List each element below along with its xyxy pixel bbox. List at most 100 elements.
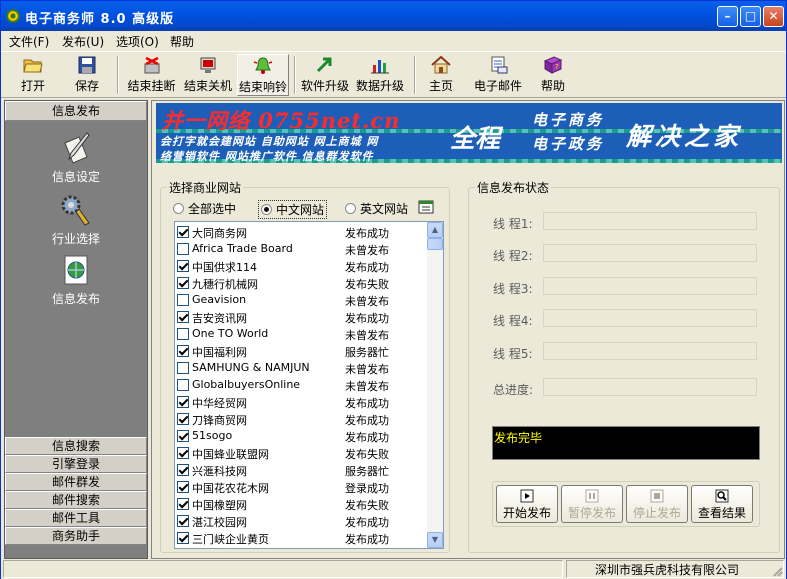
toolbar-save-button[interactable]: 保存 <box>67 54 107 96</box>
site-row[interactable]: GlobalbuyersOnline 未曾发布 <box>175 376 429 393</box>
toolbar-save-label: 保存 <box>74 79 99 93</box>
site-row[interactable]: 三门峡企业黄页 发布成功 <box>175 529 429 546</box>
view-results-button[interactable]: 查看结果 <box>691 485 753 523</box>
site-row[interactable]: 中华经贸网 发布成功 <box>175 393 429 410</box>
menu-file[interactable]: 文件(F) <box>9 33 49 50</box>
list-scrollbar[interactable]: ▲ ▼ <box>427 222 443 548</box>
toolbar-shutdown-button[interactable]: 结束关机 <box>181 54 235 96</box>
start-publish-button[interactable]: 开始发布 <box>496 485 558 523</box>
site-checkbox[interactable] <box>177 498 189 510</box>
scroll-thumb[interactable] <box>427 238 443 250</box>
site-checkbox[interactable] <box>177 464 189 476</box>
hangup-icon <box>144 56 159 74</box>
maximize-button[interactable]: □ <box>740 6 761 27</box>
toolbar-data-upgrade-button[interactable]: 数据升级 <box>353 54 407 96</box>
bar-chart-icon <box>371 60 389 74</box>
radio-chinese-sites[interactable]: 中文网站 <box>258 200 328 219</box>
radio-select-all[interactable]: 全部选中 <box>173 200 236 217</box>
stop-publish-button[interactable]: 停止发布 <box>626 485 688 523</box>
site-row[interactable]: 刀锋商贸网 发布成功 <box>175 410 429 427</box>
site-status: 发布成功 <box>345 533 389 546</box>
site-status: 服务器忙 <box>345 465 389 478</box>
banner-ecommerce: 电子商务 <box>532 111 605 129</box>
site-checkbox[interactable] <box>177 243 189 255</box>
site-row[interactable]: 九穗行机械网 发布失败 <box>175 274 429 291</box>
site-checkbox[interactable] <box>177 532 189 544</box>
site-checkbox[interactable] <box>177 396 189 408</box>
site-checkbox[interactable] <box>177 311 189 323</box>
menu-publish[interactable]: 发布(U) <box>62 33 104 50</box>
status-bar: 深圳市强兵虎科技有限公司 <box>1 559 786 579</box>
svg-text:?: ? <box>555 63 559 71</box>
sidebar-item-info-publish[interactable]: 信息发布 <box>5 253 147 307</box>
sidebar-tab-info-search[interactable]: 信息搜索 <box>5 437 147 455</box>
title-bar[interactable]: 电子商务师 8.0 高级版 – □ ✕ <box>1 1 786 31</box>
scroll-down-arrow-icon[interactable]: ▼ <box>427 532 443 548</box>
site-row[interactable]: Africa Trade Board 未曾发布 <box>175 240 429 257</box>
site-checkbox[interactable] <box>177 294 189 306</box>
site-row[interactable]: SAMHUNG & NAMJUN 未曾发布 <box>175 359 429 376</box>
sidebar-tab-business-assistant[interactable]: 商务助手 <box>5 527 147 545</box>
site-checkbox[interactable] <box>177 515 189 527</box>
toolbar-home-label: 主页 <box>428 79 453 93</box>
pause-publish-button[interactable]: 暂停发布 <box>561 485 623 523</box>
sidebar-tab-mass-mail[interactable]: 邮件群发 <box>5 473 147 491</box>
quill-paper-icon <box>64 132 90 164</box>
sidebar-header-publish[interactable]: 信息发布 <box>5 101 147 121</box>
site-row[interactable]: Geavision 未曾发布 <box>175 291 429 308</box>
site-checkbox[interactable] <box>177 328 189 340</box>
toolbar-home-button[interactable]: 主页 <box>421 54 461 96</box>
toolbar-help-button[interactable]: ? 帮助 <box>534 54 572 96</box>
site-row[interactable]: 中国花农花木网 登录成功 <box>175 478 429 495</box>
site-checkbox[interactable] <box>177 362 189 374</box>
site-name: 中国蜂业联盟网 <box>192 448 269 461</box>
resize-grip-icon[interactable] <box>771 565 783 577</box>
close-button[interactable]: ✕ <box>763 6 784 27</box>
toolbar-hangup-button[interactable]: 结束挂断 <box>124 54 179 96</box>
site-status: 未曾发布 <box>345 244 389 257</box>
site-row[interactable]: 兴滙科技网 服务器忙 <box>175 461 429 478</box>
minimize-button[interactable]: – <box>717 6 738 27</box>
site-row[interactable]: One TO World 未曾发布 <box>175 325 429 342</box>
toolbar-bell-button[interactable]: 结束响铃 <box>237 54 289 96</box>
site-status: 发布成功 <box>345 261 389 274</box>
ad-banner[interactable]: 并一网络 0755net.cn 会打字就会建网站 自助网站 网上商城 网 络营销… <box>156 103 782 163</box>
sidebar-bottom-tabs: 信息搜索 引擎登录 邮件群发 邮件搜索 邮件工具 商务助手 <box>5 437 147 545</box>
sidebar-tab-engine-login[interactable]: 引擎登录 <box>5 455 147 473</box>
sidebar-tab-mail-search[interactable]: 邮件搜索 <box>5 491 147 509</box>
site-checkbox[interactable] <box>177 226 189 238</box>
main-panel: 并一网络 0755net.cn 会打字就会建网站 自助网站 网上商城 网 络营销… <box>151 100 785 559</box>
site-row[interactable]: 中国蜂业联盟网 发布失败 <box>175 444 429 461</box>
toolbar-email-button[interactable]: 电子邮件 <box>471 54 525 96</box>
site-checkbox[interactable] <box>177 430 189 442</box>
radio-english-sites[interactable]: 英文网站 <box>345 200 408 217</box>
menu-help[interactable]: 帮助 <box>170 33 194 50</box>
sidebar-tab-mail-tools[interactable]: 邮件工具 <box>5 509 147 527</box>
toolbar-open-button[interactable]: 打开 <box>13 54 53 96</box>
site-row[interactable]: 湛江校园网 发布成功 <box>175 512 429 529</box>
sidebar-item-industry[interactable]: 行业选择 <box>5 193 147 247</box>
site-checkbox[interactable] <box>177 277 189 289</box>
site-checkbox[interactable] <box>177 413 189 425</box>
site-checkbox[interactable] <box>177 345 189 357</box>
menu-options[interactable]: 选项(O) <box>116 33 159 50</box>
scroll-up-arrow-icon[interactable]: ▲ <box>427 222 443 238</box>
site-checkbox[interactable] <box>177 447 189 459</box>
thread3-progress <box>543 277 757 295</box>
site-checkbox[interactable] <box>177 481 189 493</box>
site-row[interactable]: 中国橡塑网 发布失败 <box>175 495 429 512</box>
list-settings-icon[interactable] <box>418 200 434 214</box>
site-row[interactable]: 51sogo 发布成功 <box>175 427 429 444</box>
total-progress <box>543 378 757 396</box>
site-name: 中国橡塑网 <box>192 499 247 512</box>
site-row[interactable]: 中国供求114 发布成功 <box>175 257 429 274</box>
sidebar-item-info-settings[interactable]: 信息设定 <box>5 131 147 185</box>
site-row[interactable]: 中国福利网 服务器忙 <box>175 342 429 359</box>
site-list[interactable]: 大同商务网 发布成功 Africa Trade Board 未曾发布 中国供求114 发布… <box>174 221 444 549</box>
toolbar-software-upgrade-button[interactable]: 软件升级 <box>299 54 351 96</box>
site-row[interactable]: 吉安资讯网 发布成功 <box>175 308 429 325</box>
site-row[interactable]: 大同商务网 发布成功 <box>175 223 429 240</box>
site-checkbox[interactable] <box>177 260 189 272</box>
site-checkbox[interactable] <box>177 379 189 391</box>
site-status: 发布成功 <box>345 414 389 427</box>
